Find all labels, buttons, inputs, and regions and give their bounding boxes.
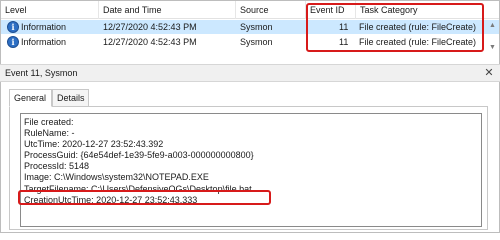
column-header-date-time[interactable]: Date and Time	[99, 1, 236, 19]
scroll-down-arrow-icon[interactable]: ▼	[488, 43, 497, 52]
level-cell: Information	[21, 37, 67, 47]
column-header-level[interactable]: Level	[1, 1, 99, 19]
description-line: RuleName: -	[24, 128, 75, 139]
info-icon: i	[7, 21, 19, 33]
highlight-box-target-filename	[18, 190, 271, 205]
detail-title: Event 11, Sysmon	[5, 68, 78, 78]
datetime-cell: 12/27/2020 4:52:43 PM	[103, 22, 197, 32]
description-line: ProcessId: 5148	[24, 161, 90, 172]
column-header-source[interactable]: Source	[236, 1, 306, 19]
general-tab-panel: File created: RuleName: - UtcTime: 2020-…	[9, 106, 488, 230]
tab-details[interactable]: Details	[52, 89, 89, 107]
datetime-cell: 12/27/2020 4:52:43 PM	[103, 37, 197, 47]
description-line: Image: C:\Windows\system32\NOTEPAD.EXE	[24, 172, 209, 183]
tab-general[interactable]: General	[9, 89, 52, 107]
source-cell: Sysmon	[240, 22, 273, 32]
level-cell: Information	[21, 22, 67, 32]
event-description-text[interactable]: File created: RuleName: - UtcTime: 2020-…	[20, 113, 482, 227]
description-line: File created:	[24, 117, 74, 127]
description-line: ProcessGuid: {64e54def-1e39-5fe9-a003-00…	[24, 150, 254, 161]
source-cell: Sysmon	[240, 37, 273, 47]
highlight-box-event-columns	[306, 3, 484, 52]
detail-header: Event 11, Sysmon ✕	[0, 64, 500, 82]
info-icon: i	[7, 36, 19, 48]
description-line: UtcTime: 2020-12-27 23:52:43.392	[24, 139, 164, 150]
scroll-up-arrow-icon[interactable]: ▲	[488, 21, 497, 30]
close-icon[interactable]: ✕	[483, 67, 495, 79]
